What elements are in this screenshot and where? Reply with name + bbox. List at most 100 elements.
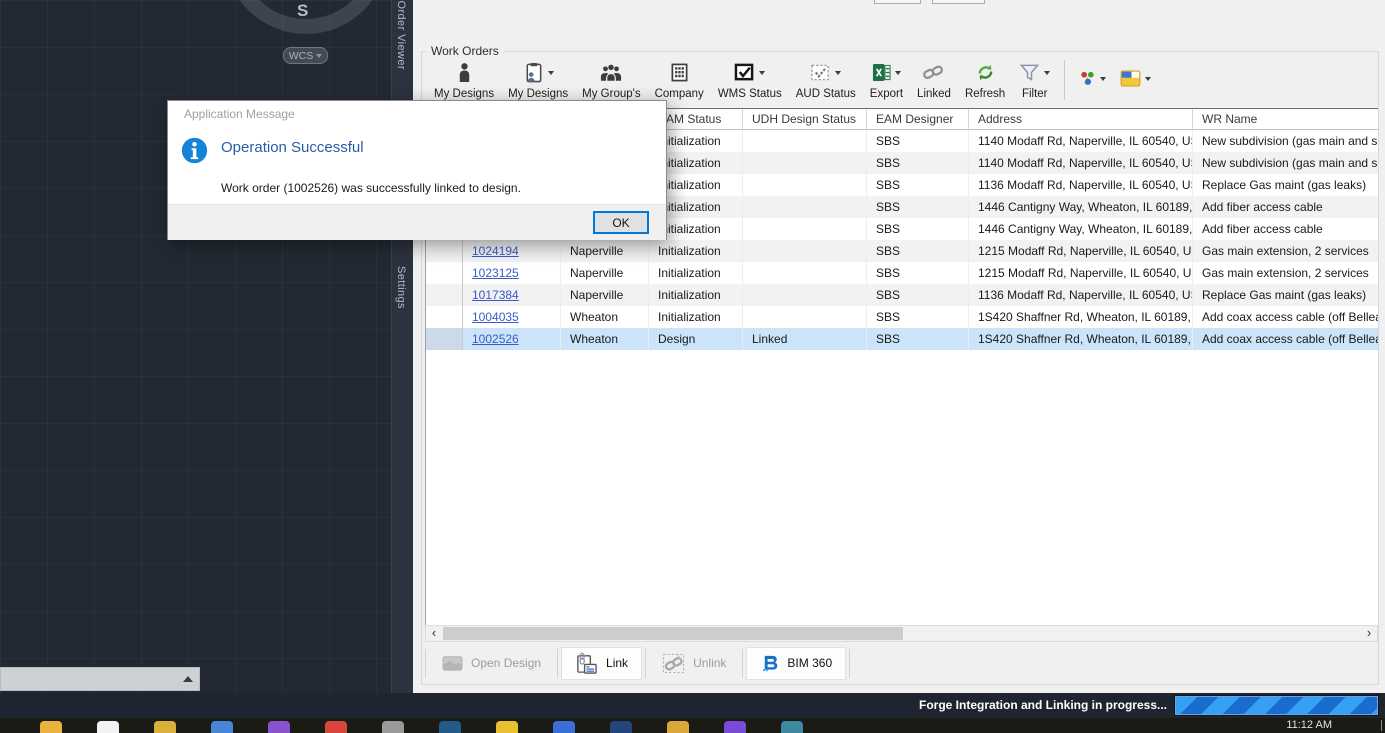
- toolbar-separator: [1064, 60, 1066, 100]
- table-row[interactable]: 1002526 Wheaton Design Linked SBS 1S420 Shaff…: [426, 328, 1378, 350]
- taskbar-app-icon[interactable]: [610, 721, 632, 733]
- taskbar-app-icon[interactable]: [325, 721, 347, 733]
- ok-button[interactable]: OK: [593, 211, 649, 234]
- toolbar-button-my-group-s[interactable]: My Group's: [575, 57, 647, 100]
- scrollbar-thumb[interactable]: [443, 627, 903, 640]
- toolbar-button-layout-folder-icon[interactable]: [1113, 57, 1158, 91]
- taskbar-app-icon[interactable]: [268, 721, 290, 733]
- toolbar-button-label: Linked: [917, 88, 951, 100]
- toolbar-button-label: Refresh: [964, 88, 1006, 100]
- cell-udh_status: [743, 284, 867, 306]
- toolbar-button-company[interactable]: Company: [648, 57, 711, 100]
- toolbar-button-my-designs[interactable]: My Designs: [501, 57, 575, 100]
- chevron-down-icon[interactable]: [1145, 76, 1152, 81]
- taskbar-app-icon[interactable]: [553, 721, 575, 733]
- table-row[interactable]: 1004035 Wheaton Initialization SBS 1S420 Sha…: [426, 306, 1378, 328]
- table-row[interactable]: 1024194 Naperville Initialization SBS 1215 M…: [426, 240, 1378, 262]
- taskbar-app-icon[interactable]: [496, 721, 518, 733]
- taskbar-clock[interactable]: 11:12 AM: [1286, 719, 1332, 731]
- cell-address: 1136 Modaff Rd, Naperville, IL 60540, US…: [969, 174, 1193, 196]
- expand-up-icon[interactable]: [183, 676, 193, 682]
- taskbar-app-icon[interactable]: [40, 721, 62, 733]
- chevron-down-icon[interactable]: [1100, 76, 1107, 81]
- tab-settings[interactable]: Settings: [395, 266, 407, 309]
- toolbar-button-label: Export: [869, 88, 904, 100]
- scroll-right-button[interactable]: ›: [1361, 626, 1377, 641]
- chevron-down-icon[interactable]: [894, 70, 901, 75]
- cutoff-button[interactable]: [932, 0, 985, 4]
- footer-button-label: Open Design: [471, 656, 542, 670]
- taskbar-app-icon[interactable]: [667, 721, 689, 733]
- cell-udh_status: [743, 174, 867, 196]
- clipboard-person-icon: [523, 62, 544, 83]
- scroll-left-button[interactable]: ‹: [426, 626, 442, 641]
- table-row[interactable]: 1023125 Naperville Initialization SBS 1215 M…: [426, 262, 1378, 284]
- cell-designer: SBS: [867, 328, 969, 350]
- column-header-designer[interactable]: EAM Designer: [867, 109, 969, 129]
- toolbar-button-export[interactable]: Export: [863, 57, 910, 100]
- application-message-dialog: Application Message Operation Successful…: [167, 100, 667, 240]
- toolbar-button-refresh[interactable]: Refresh: [958, 57, 1012, 100]
- cell-name: New subdivision (gas main and se: [1193, 152, 1378, 174]
- horizontal-scrollbar[interactable]: ‹ ›: [425, 625, 1378, 642]
- chevron-down-icon[interactable]: [835, 70, 842, 75]
- application-window: S WCS Work Order Viewer Settings Work Or…: [0, 0, 1385, 733]
- column-header-address[interactable]: Address: [969, 109, 1193, 129]
- taskbar-divider: [1381, 720, 1382, 731]
- column-header-udh_status[interactable]: UDH Design Status: [743, 109, 867, 129]
- link-button[interactable]: Link: [561, 646, 643, 680]
- taskbar-app-icon[interactable]: [211, 721, 233, 733]
- open-design-icon: [442, 655, 463, 672]
- cell-wr: 1023125: [463, 262, 561, 284]
- wr-number-link[interactable]: 1024194: [472, 244, 519, 258]
- open-design-button: Open Design: [429, 647, 554, 680]
- unlink-icon: [662, 653, 685, 674]
- wr-number-link[interactable]: 1002526: [472, 332, 519, 346]
- cell-eam_status: Initialization: [649, 284, 743, 306]
- table-row[interactable]: 1017384 Naperville Initialization SBS 1136 M…: [426, 284, 1378, 306]
- toolbar-button-my-designs[interactable]: My Designs: [427, 57, 501, 100]
- bim-360-button[interactable]: BIM 360: [746, 646, 847, 680]
- chevron-down-icon[interactable]: [547, 70, 554, 75]
- taskbar-app-icon[interactable]: [724, 721, 746, 733]
- wr-number-link[interactable]: 1023125: [472, 266, 519, 280]
- dialog-title: Application Message: [184, 107, 295, 121]
- tab-work-order-viewer[interactable]: Work Order Viewer: [395, 0, 407, 70]
- toolbar-button-filter[interactable]: Filter: [1012, 57, 1057, 100]
- checkbox-dashed-icon: [810, 63, 831, 82]
- cell-office: Naperville: [561, 240, 649, 262]
- wr-number-link[interactable]: 1017384: [472, 288, 519, 302]
- toolbar-button-wms-status[interactable]: WMS Status: [711, 57, 789, 100]
- toolbar-button-aud-status[interactable]: AUD Status: [789, 57, 863, 100]
- footer-button-label: Link: [606, 656, 629, 670]
- cell-udh_status: Linked: [743, 328, 867, 350]
- info-icon: [181, 137, 208, 164]
- cell-wr: 1004035: [463, 306, 561, 328]
- row-selector-cell: [426, 262, 463, 284]
- chevron-down-icon: [316, 53, 323, 58]
- chevron-down-icon[interactable]: [759, 70, 766, 75]
- taskbar-app-icon[interactable]: [781, 721, 803, 733]
- chevron-down-icon[interactable]: [1044, 70, 1051, 75]
- bim360-icon: [760, 654, 779, 673]
- toolbar-button-linked[interactable]: Linked: [910, 57, 958, 100]
- column-header-name[interactable]: WR Name: [1193, 109, 1378, 129]
- command-bar[interactable]: [0, 667, 200, 691]
- taskbar-app-icon[interactable]: [382, 721, 404, 733]
- funnel-icon: [1019, 63, 1040, 82]
- cell-name: New subdivision (gas main and se: [1193, 130, 1378, 152]
- taskbar-app-icon[interactable]: [97, 721, 119, 733]
- cutoff-button[interactable]: [874, 0, 921, 4]
- wcs-selector[interactable]: WCS: [283, 47, 328, 64]
- taskbar-app-icon[interactable]: [154, 721, 176, 733]
- taskbar-app-icon[interactable]: [439, 721, 461, 733]
- toolbar-button-plugin-colors-icon[interactable]: [1072, 57, 1113, 91]
- cell-name: Gas main extension, 2 services: [1193, 240, 1378, 262]
- footer-separator: [849, 648, 851, 678]
- status-message: Forge Integration and Linking in progres…: [918, 698, 1167, 712]
- cell-name: Add fiber access cable: [1193, 196, 1378, 218]
- wr-number-link[interactable]: 1004035: [472, 310, 519, 324]
- people-group-icon: [600, 63, 622, 82]
- plugin-colors-icon: [1079, 70, 1096, 87]
- cell-address: 1S420 Shaffner Rd, Wheaton, IL 60189, U.…: [969, 306, 1193, 328]
